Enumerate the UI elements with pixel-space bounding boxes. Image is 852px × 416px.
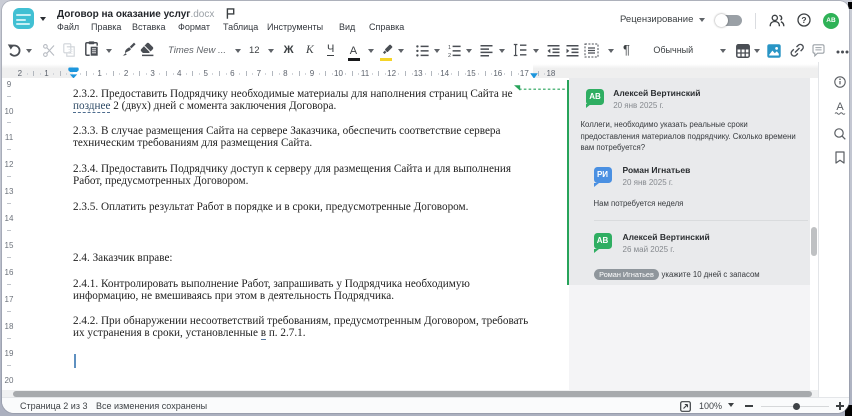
svg-text:1: 1 xyxy=(448,45,451,51)
svg-text:?: ? xyxy=(801,15,806,25)
svg-text:2: 2 xyxy=(448,53,451,59)
svg-text:А: А xyxy=(836,101,844,113)
